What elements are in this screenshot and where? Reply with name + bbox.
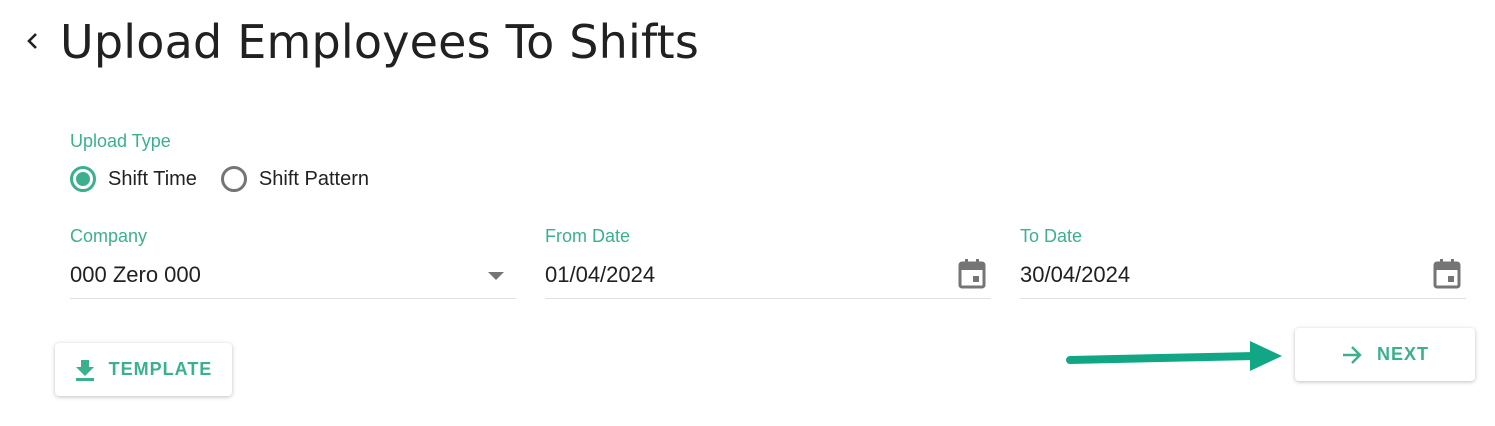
company-value[interactable]: 000 Zero 000 [70, 262, 201, 288]
upload-type-radio-group: Shift Time Shift Pattern [70, 166, 393, 192]
chevron-left-icon [27, 33, 37, 49]
calendar-icon[interactable] [1432, 258, 1462, 295]
company-select[interactable]: Company 000 Zero 000 [70, 226, 516, 299]
radio-unchecked-icon[interactable] [220, 166, 247, 192]
radio-shift-time[interactable]: Shift Time [70, 166, 197, 192]
radio-shift-pattern[interactable]: Shift Pattern [220, 166, 369, 192]
calendar-icon[interactable] [957, 258, 987, 295]
template-button-label: TEMPLATE [108, 359, 213, 379]
dropdown-arrow-icon[interactable] [488, 272, 504, 280]
arrow-right-icon [1341, 345, 1363, 365]
from-date-label: From Date [545, 226, 631, 246]
to-date-value[interactable]: 30/04/2024 [1020, 262, 1130, 288]
from-date-field[interactable]: From Date 01/04/2024 [545, 226, 991, 299]
back-button[interactable] [18, 26, 48, 56]
annotation-arrow-icon [1066, 341, 1282, 371]
to-date-field[interactable]: To Date 30/04/2024 [1020, 226, 1466, 299]
next-button-label: NEXT [1376, 344, 1429, 364]
company-label: Company [70, 226, 148, 246]
radio-shift-time-label: Shift Time [108, 167, 197, 190]
from-date-value[interactable]: 01/04/2024 [545, 262, 655, 288]
to-date-label: To Date [1020, 226, 1083, 246]
radio-shift-pattern-label: Shift Pattern [258, 167, 369, 190]
download-icon [75, 359, 95, 381]
template-button[interactable]: TEMPLATE [55, 343, 232, 396]
page-title: Upload Employees To Shifts [60, 15, 699, 69]
upload-type-label: Upload Type [70, 131, 171, 151]
next-button[interactable]: NEXT [1295, 328, 1475, 381]
radio-checked-icon[interactable] [70, 166, 96, 192]
